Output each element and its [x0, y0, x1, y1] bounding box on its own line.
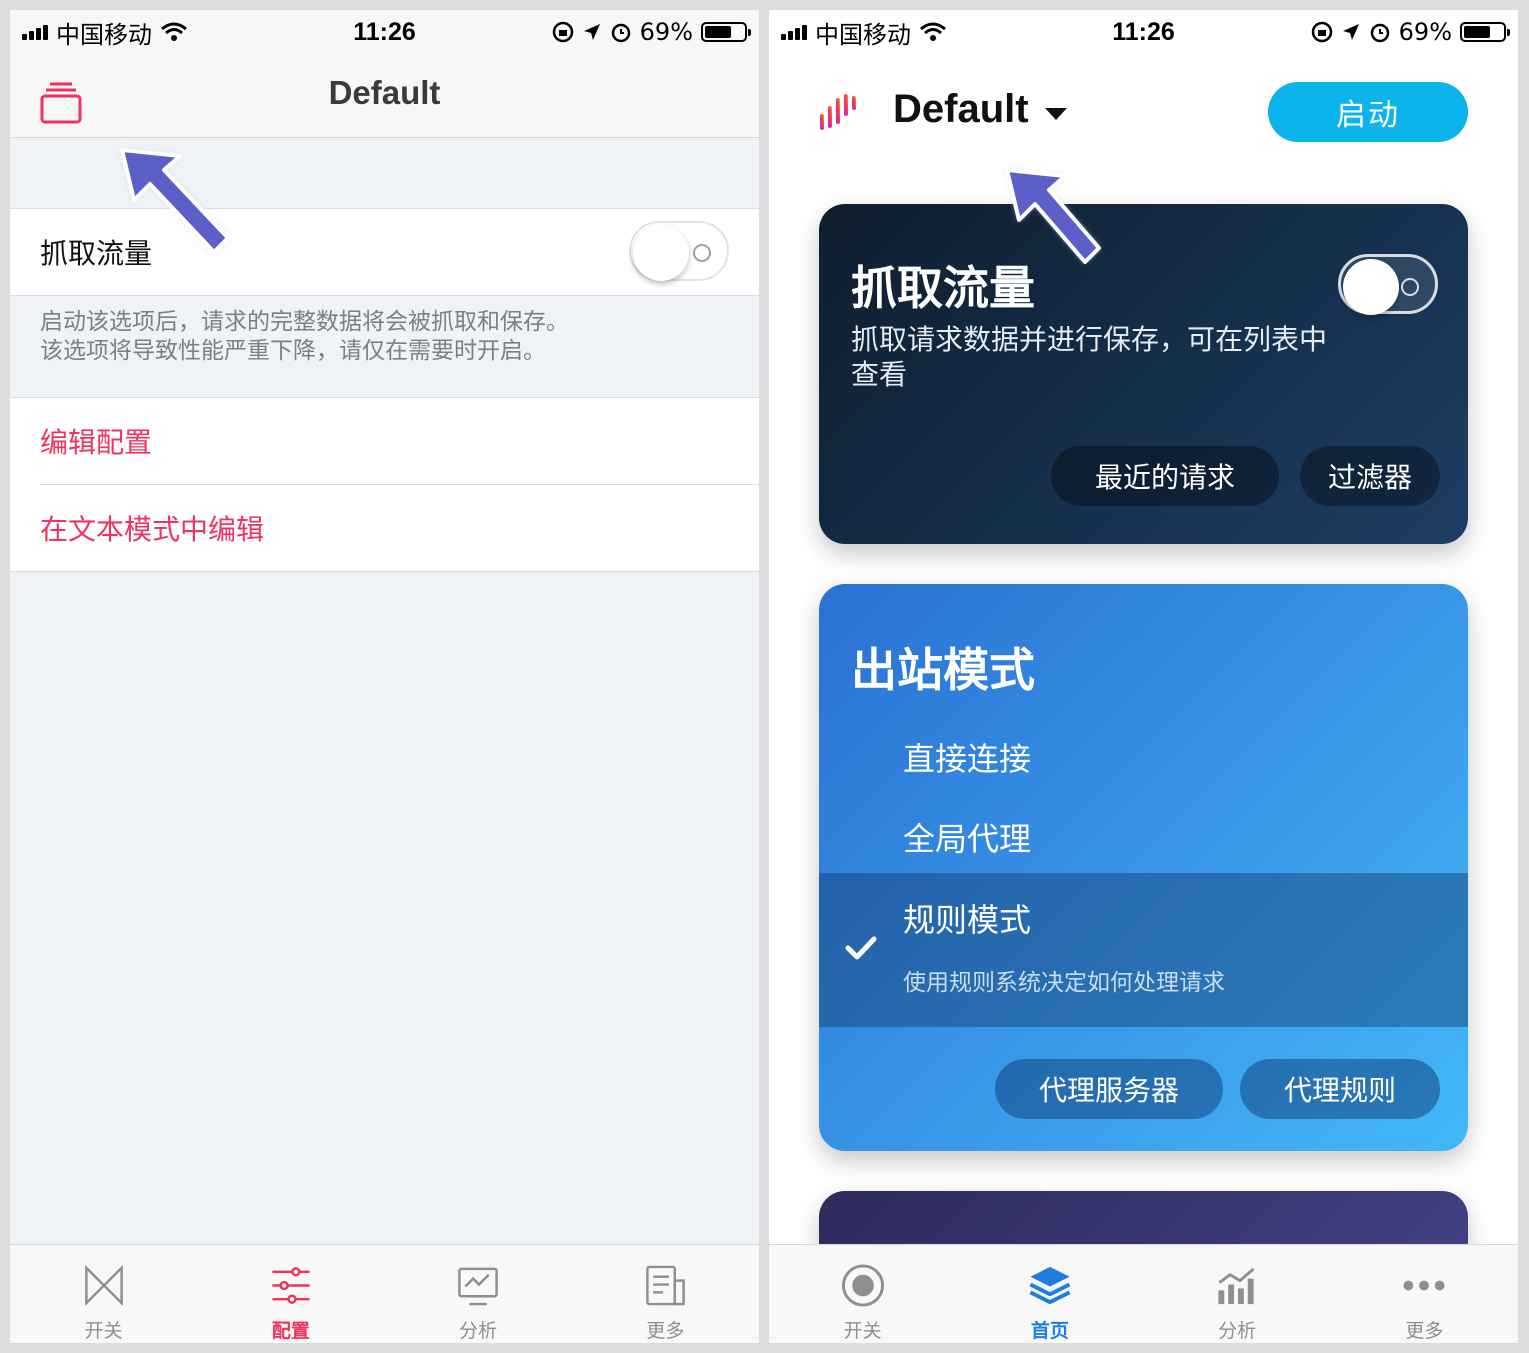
- alarm-icon: [1370, 23, 1389, 43]
- capture-card-description: 抓取请求数据并进行保存，可在列表中查看: [851, 323, 1328, 391]
- tab-analysis[interactable]: 分析: [1144, 1245, 1331, 1343]
- tab-bar: 开关 配置 分析 更多: [10, 1244, 759, 1343]
- bar-chart-icon: [1218, 1267, 1255, 1305]
- carrier-label: 中国移动: [56, 20, 152, 49]
- outbound-mode-card: 出站模式 直接连接 全局代理 规则模式 使用规则系统决定如何处理请求 代理服务器…: [819, 584, 1468, 1151]
- rotation-lock-icon: [1311, 21, 1332, 43]
- capture-card: 抓取流量 抓取请求数据并进行保存，可在列表中查看 最近的请求 过滤器: [819, 204, 1468, 544]
- annotation-arrow-icon: [120, 148, 230, 254]
- status-bar: 中国移动 11:26 69%: [769, 10, 1518, 54]
- tab-analysis[interactable]: 分析: [385, 1245, 572, 1343]
- mode-rule-subtitle: 使用规则系统决定如何处理请求: [903, 970, 1225, 996]
- mode-direct[interactable]: 直接连接: [903, 734, 1031, 780]
- alarm-icon: [611, 23, 630, 43]
- wifi-icon: [161, 22, 187, 41]
- edit-config-link[interactable]: 编辑配置: [40, 421, 152, 461]
- nav-bar: Default: [10, 54, 759, 138]
- tab-bar: 开关 首页 分析 更多: [769, 1244, 1518, 1343]
- capture-toggle[interactable]: [1338, 254, 1438, 315]
- rotation-lock-icon: [552, 21, 573, 43]
- wifi-icon: [920, 22, 946, 41]
- battery-percent: 69%: [639, 18, 693, 46]
- tab-more[interactable]: 更多: [1331, 1245, 1518, 1343]
- clock: 11:26: [353, 17, 416, 46]
- sliders-icon: [272, 1267, 310, 1304]
- start-button[interactable]: 启动: [1268, 82, 1468, 142]
- status-bar: 中国移动 11:26 69%: [10, 10, 759, 54]
- location-icon: [1342, 24, 1359, 40]
- edit-text-mode-link[interactable]: 在文本模式中编辑: [40, 508, 264, 548]
- edit-config-row[interactable]: 编辑配置: [10, 398, 759, 484]
- mode-rule[interactable]: 规则模式 使用规则系统决定如何处理请求: [819, 873, 1468, 1027]
- mode-global-proxy[interactable]: 全局代理: [903, 814, 1031, 860]
- tab-switch[interactable]: 开关: [769, 1245, 956, 1343]
- checkmark-icon: [845, 936, 877, 960]
- mode-rule-label: 规则模式: [903, 901, 1032, 939]
- battery-icon: [701, 22, 751, 42]
- layers-icon: [1029, 1266, 1071, 1305]
- tab-config[interactable]: 配置: [197, 1245, 384, 1343]
- carrier-label: 中国移动: [815, 20, 911, 49]
- record-icon: [841, 1264, 884, 1307]
- filters-button[interactable]: 过滤器: [1300, 446, 1440, 506]
- left-screen: 中国移动 11:26 69% Default 抓取流量 启动该选项后，请求的完整: [10, 10, 759, 1343]
- battery-percent: 69%: [1398, 18, 1452, 46]
- profile-selector[interactable]: Default: [893, 87, 1029, 132]
- proxy-servers-button[interactable]: 代理服务器: [995, 1059, 1223, 1119]
- tab-home[interactable]: 首页: [956, 1245, 1143, 1343]
- capture-footnote: 启动该选项后，请求的完整数据将会被抓取和保存。 该选项将导致性能严重下降，请仅在…: [40, 309, 569, 364]
- chevron-down-icon[interactable]: [1045, 108, 1067, 120]
- page-title: Default: [328, 74, 441, 111]
- switch-icon: [84, 1264, 123, 1307]
- edit-text-mode-row[interactable]: 在文本模式中编辑: [10, 485, 759, 571]
- app-logo-icon: [820, 94, 856, 130]
- right-screen: 中国移动 11:26 69% Default 启动 抓取流量 抓取请求数据并进行…: [769, 10, 1518, 1343]
- annotation-arrow-icon: [1005, 168, 1101, 264]
- edit-section: 编辑配置 在文本模式中编辑: [10, 397, 759, 572]
- tab-switch[interactable]: 开关: [10, 1245, 197, 1343]
- outbound-card-title: 出站模式: [851, 643, 1035, 697]
- capture-toggle[interactable]: [629, 221, 729, 281]
- proxy-rules-button[interactable]: 代理规则: [1240, 1059, 1440, 1119]
- signal-icon: [781, 24, 807, 40]
- signal-icon: [22, 24, 48, 40]
- clock: 11:26: [1112, 17, 1175, 46]
- monitor-chart-icon: [458, 1267, 498, 1306]
- recent-requests-button[interactable]: 最近的请求: [1051, 446, 1279, 506]
- location-icon: [583, 24, 600, 40]
- more-dots-icon: [1403, 1280, 1445, 1291]
- battery-icon: [1460, 22, 1510, 42]
- document-icon: [646, 1265, 686, 1306]
- tab-more[interactable]: 更多: [572, 1245, 759, 1343]
